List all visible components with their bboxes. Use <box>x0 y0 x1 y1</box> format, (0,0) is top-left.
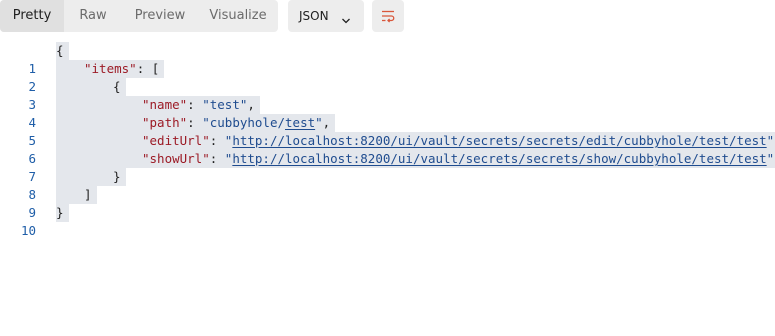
view-mode-tabs: Pretty Raw Preview Visualize <box>0 0 278 32</box>
open-brace: { <box>56 43 64 58</box>
code-text: ] <box>56 186 97 204</box>
code-line: 7 "showUrl": "http://localhost:8200/ui/v… <box>0 150 775 184</box>
wrap-lines-button[interactable] <box>372 0 404 32</box>
tab-raw[interactable]: Raw <box>64 0 122 32</box>
format-selected-label: JSON <box>299 9 329 23</box>
code-text: "path": "cubbyhole/test", <box>56 114 336 132</box>
close-brace: } <box>56 205 64 220</box>
code-text: } <box>56 204 69 222</box>
code-text: "editUrl": "http://localhost:8200/ui/vau… <box>56 132 775 150</box>
code-line: 9 ] <box>0 186 775 220</box>
tab-pretty[interactable]: Pretty <box>0 0 64 32</box>
code-line: 3 { <box>0 78 775 112</box>
tab-preview[interactable]: Preview <box>122 0 198 32</box>
json-key: "path" <box>142 115 188 130</box>
json-key: "name" <box>142 97 188 112</box>
path-link[interactable]: test <box>285 115 315 130</box>
wrap-lines-icon <box>382 10 395 23</box>
array-open: : [ <box>136 61 160 76</box>
code-text: "showUrl": "http://localhost:8200/ui/vau… <box>56 150 775 168</box>
code-line: 10 } <box>0 204 775 238</box>
chevron-down-icon <box>341 11 351 24</box>
code-line: 5 "path": "cubbyhole/test", <box>0 114 775 148</box>
line-number: 10 <box>20 223 36 238</box>
response-toolbar: Pretty Raw Preview Visualize JSON <box>0 0 775 33</box>
edit-url-link[interactable]: http://localhost:8200/ui/vault/secrets/s… <box>232 133 766 148</box>
code-text: { <box>56 42 69 60</box>
code-line: 2 "items": [ <box>0 60 775 94</box>
json-string-value: "cubbyhole/ <box>202 115 286 130</box>
code-line: 6 "editUrl": "http://localhost:8200/ui/v… <box>0 132 775 166</box>
tab-visualize[interactable]: Visualize <box>198 0 278 32</box>
code-line: 1 { <box>0 42 775 76</box>
json-key: "editUrl" <box>142 133 210 148</box>
object-open: { <box>113 79 121 94</box>
json-response-viewer[interactable]: 1 { 2 "items": [ 3 { 4 "name": "test", 5… <box>0 42 775 238</box>
show-url-link[interactable]: http://localhost:8200/ui/vault/secrets/s… <box>232 151 766 166</box>
code-line: 8 } <box>0 168 775 202</box>
json-key: "showUrl" <box>142 151 210 166</box>
format-dropdown[interactable]: JSON <box>288 0 364 32</box>
json-key: "items" <box>84 61 137 76</box>
code-text: { <box>56 78 126 96</box>
code-line: 4 "name": "test", <box>0 96 775 130</box>
array-close: ] <box>84 187 92 202</box>
object-close: } <box>113 169 121 184</box>
code-text: "name": "test", <box>56 96 260 114</box>
json-string-value: "test" <box>202 97 248 112</box>
code-text: "items": [ <box>56 60 165 78</box>
code-text: } <box>56 168 126 186</box>
